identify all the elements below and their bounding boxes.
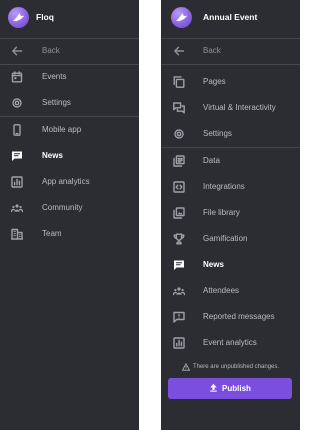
publish-label: Publish — [222, 384, 251, 393]
sidebar-item-app-analytics[interactable]: App analytics — [0, 174, 139, 190]
event-sidebar: Annual Event Back Pages Virtual & Intera… — [161, 0, 300, 430]
sidebar-item-events[interactable]: Events — [0, 69, 139, 85]
sidebar-item-label: Reported messages — [203, 312, 275, 321]
sidebar-item-settings[interactable]: Settings — [161, 126, 300, 142]
people-icon — [173, 287, 185, 296]
sidebar-item-label: Community — [42, 203, 83, 212]
building-icon — [11, 228, 23, 240]
people-icon — [11, 204, 23, 213]
sidebar-item-label: News — [203, 260, 224, 269]
main-sidebar: Floq Back Events Settings Mobile app New… — [0, 0, 139, 430]
sidebar-item-label: Events — [42, 72, 67, 81]
chart-icon — [11, 176, 23, 188]
sidebar-item-label: Settings — [42, 98, 71, 107]
sidebar-item-label: Gamification — [203, 234, 248, 243]
sidebar-item-integrations[interactable]: Integrations — [161, 179, 300, 195]
sidebar-header: Annual Event — [161, 0, 300, 36]
sidebar-item-label: Mobile app — [42, 125, 82, 134]
trophy-icon — [173, 233, 185, 245]
divider — [161, 147, 300, 148]
sidebar-item-event-analytics[interactable]: Event analytics — [161, 335, 300, 351]
sidebar-item-label: Pages — [203, 77, 226, 86]
divider — [161, 64, 300, 65]
sidebar-item-news[interactable]: News — [0, 148, 139, 164]
sidebar-item-label: Integrations — [203, 182, 245, 191]
publish-button[interactable]: Publish — [168, 378, 292, 399]
sidebar-item-reported-messages[interactable]: Reported messages — [161, 309, 300, 325]
chat-bubbles-icon — [173, 102, 185, 114]
sidebar-item-label: App analytics — [42, 177, 90, 186]
chart-icon — [173, 337, 185, 349]
sidebar-item-news[interactable]: News — [161, 257, 300, 273]
event-title: Annual Event — [203, 12, 258, 22]
gear-icon — [12, 98, 22, 108]
sidebar-item-label: Settings — [203, 129, 232, 138]
report-icon — [173, 311, 185, 323]
sidebar-item-virtual-interactivity[interactable]: Virtual & Interactivity — [161, 100, 300, 116]
event-logo[interactable] — [171, 7, 192, 28]
gear-icon — [174, 129, 184, 139]
back-button[interactable]: Back — [0, 43, 139, 59]
unpublished-notice: There are unpublished changes. — [161, 363, 300, 371]
sidebar-item-pages[interactable]: Pages — [161, 74, 300, 90]
arrow-left-icon — [174, 46, 185, 56]
sidebar-item-settings[interactable]: Settings — [0, 95, 139, 111]
sidebar-item-label: File library — [203, 208, 240, 217]
pages-icon — [173, 76, 185, 88]
divider — [0, 64, 139, 65]
back-label: Back — [42, 46, 60, 55]
sidebar-item-label: Attendees — [203, 286, 240, 295]
sidebar-item-gamification[interactable]: Gamification — [161, 231, 300, 247]
app-title: Floq — [36, 12, 54, 22]
app-logo[interactable] — [8, 7, 29, 28]
sidebar-item-community[interactable]: Community — [0, 200, 139, 216]
phone-icon — [13, 124, 21, 136]
sidebar-item-label: Event analytics — [203, 338, 257, 347]
sidebar-item-label: Data — [203, 156, 220, 165]
data-icon — [173, 155, 185, 167]
sidebar-item-label: News — [42, 151, 63, 160]
upload-icon — [210, 384, 217, 393]
sidebar-item-label: Team — [42, 229, 62, 238]
back-label: Back — [203, 46, 221, 55]
sidebar-item-label: Virtual & Interactivity — [203, 103, 276, 112]
sidebar-item-team[interactable]: Team — [0, 226, 139, 242]
sidebar-header: Floq — [0, 0, 139, 36]
image-library-icon — [173, 207, 185, 219]
back-button[interactable]: Back — [161, 43, 300, 59]
message-icon — [12, 151, 22, 161]
message-icon — [174, 260, 184, 270]
divider — [0, 116, 139, 117]
calendar-icon — [11, 71, 23, 83]
sidebar-item-data[interactable]: Data — [161, 153, 300, 169]
sidebar-item-file-library[interactable]: File library — [161, 205, 300, 221]
divider — [161, 38, 300, 39]
unpublished-notice-text: There are unpublished changes. — [192, 364, 280, 370]
warning-icon — [181, 363, 190, 371]
divider — [0, 38, 139, 39]
sidebar-item-attendees[interactable]: Attendees — [161, 283, 300, 299]
arrow-left-icon — [12, 46, 23, 56]
sidebar-item-mobile-app[interactable]: Mobile app — [0, 122, 139, 138]
code-box-icon — [173, 181, 185, 193]
